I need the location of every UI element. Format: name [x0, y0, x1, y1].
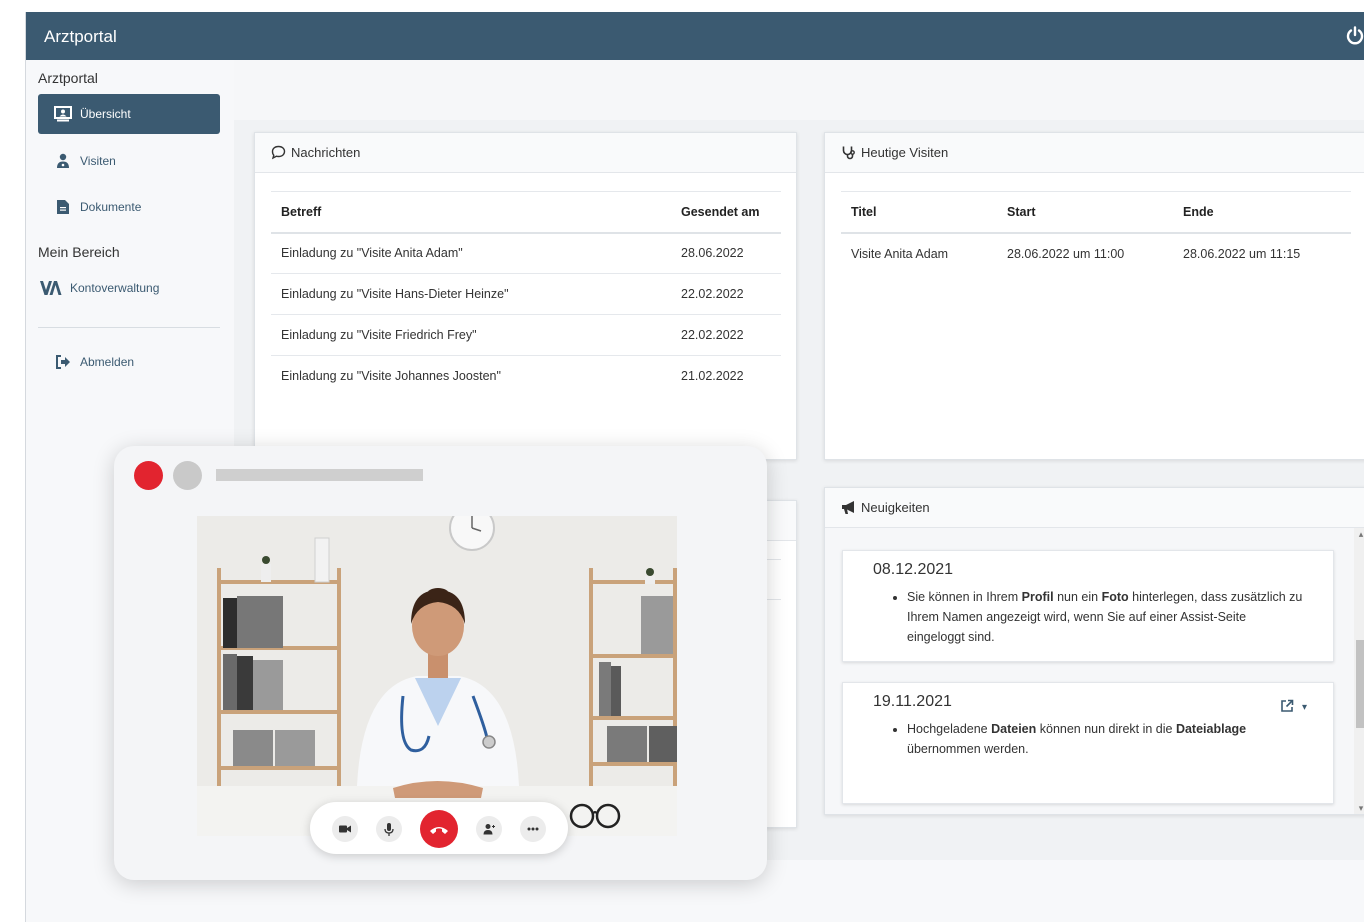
column-header-ende: Ende — [1173, 191, 1351, 234]
sidebar-item-label: Kontoverwaltung — [70, 281, 160, 295]
window-minimize-dot[interactable] — [173, 461, 202, 490]
news-item: 08.12.2021 Sie können in Ihrem Profil nu… — [842, 550, 1334, 662]
sidebar-section-mein-bereich: Mein Bereich — [38, 244, 120, 260]
sidebar-item-visiten[interactable]: Visiten — [38, 141, 220, 181]
hang-up-icon[interactable] — [420, 810, 458, 848]
scroll-up-icon[interactable]: ▴ — [1354, 528, 1364, 540]
sidebar-item-abmelden[interactable]: Abmelden — [38, 342, 220, 382]
news-text: Sie können in Ihrem Profil nun ein Foto … — [907, 587, 1303, 647]
sidebar-item-label: Übersicht — [80, 107, 131, 121]
news-card-header: Neuigkeiten — [825, 488, 1364, 528]
table-row[interactable]: Einladung zu "Visite Friedrich Frey" 22.… — [271, 314, 781, 356]
external-link-icon[interactable] — [1280, 699, 1294, 716]
table-header-row: Titel Start Ende — [841, 191, 1351, 234]
logout-icon — [52, 351, 74, 373]
visits-table: Titel Start Ende Visite Anita Adam 28.06… — [841, 191, 1351, 274]
power-icon[interactable] — [1344, 25, 1364, 47]
table-header-row: Betreff Gesendet am — [271, 191, 781, 234]
cell-subject: Einladung zu "Visite Friedrich Frey" — [271, 314, 671, 356]
video-stream — [197, 516, 677, 836]
news-list: Hochgeladene Dateien können nun direkt i… — [873, 719, 1303, 759]
news-text: Hochgeladene Dateien können nun direkt i… — [907, 719, 1303, 759]
cell-date: 21.02.2022 — [681, 369, 744, 384]
address-bar-placeholder — [216, 469, 423, 481]
news-list: Sie können in Ihrem Profil nun ein Foto … — [873, 587, 1303, 647]
va-logo-icon — [38, 277, 64, 299]
cell-date: 28.06.2022 — [671, 232, 781, 274]
table-row[interactable]: Einladung zu "Visite Johannes Joosten" 2… — [271, 356, 781, 397]
messages-card-header: Nachrichten — [255, 133, 796, 173]
top-bar: Arztportal — [26, 12, 1364, 60]
visits-card-header: Heutige Visiten — [825, 133, 1364, 173]
sidebar-divider — [38, 327, 220, 328]
doctor-video-image — [197, 516, 677, 836]
document-icon — [52, 196, 74, 218]
call-controls-bar — [310, 802, 568, 854]
news-item: 19.11.2021 ▾ Hochgeladene Dateien können… — [842, 682, 1334, 804]
cell-subject: Einladung zu "Visite Johannes Joosten" — [281, 369, 501, 384]
news-date: 08.12.2021 — [873, 561, 954, 578]
stethoscope-icon — [841, 145, 857, 161]
news-card-title: Neuigkeiten — [861, 500, 930, 515]
app-title: Arztportal — [44, 27, 117, 46]
cell-subject: Einladung zu "Visite Anita Adam" — [271, 232, 671, 274]
monitor-user-icon — [52, 103, 74, 125]
cell-end: 28.06.2022 um 11:15 — [1183, 246, 1301, 261]
news-scrollbar[interactable]: ▴ ▾ — [1354, 528, 1364, 814]
video-call-window — [114, 446, 767, 880]
cell-start: 28.06.2022 um 11:00 — [1007, 246, 1125, 261]
news-scroll-area[interactable]: 08.12.2021 Sie können in Ihrem Profil nu… — [825, 528, 1364, 814]
scrollbar-thumb[interactable] — [1356, 640, 1364, 728]
visits-card-title: Heutige Visiten — [861, 145, 949, 160]
news-date: 19.11.2021 — [873, 693, 952, 710]
more-options-icon[interactable] — [520, 816, 546, 842]
table-row[interactable]: Visite Anita Adam 28.06.2022 um 11:00 28… — [841, 233, 1351, 274]
sidebar-item-label: Visiten — [80, 154, 116, 168]
sidebar-item-kontoverwaltung[interactable]: Kontoverwaltung — [38, 268, 220, 308]
column-header-betreff: Betreff — [271, 191, 671, 234]
sidebar-section-arztportal: Arztportal — [38, 70, 98, 86]
sidebar-item-dokumente[interactable]: Dokumente — [38, 187, 220, 227]
chat-bubble-icon — [271, 145, 287, 161]
column-header-gesendet-am: Gesendet am — [671, 191, 781, 234]
cell-title: Visite Anita Adam — [851, 246, 949, 261]
microphone-icon[interactable] — [376, 816, 402, 842]
user-doctor-icon — [52, 150, 74, 172]
cell-subject: Einladung zu "Visite Hans-Dieter Heinze" — [271, 273, 671, 315]
cell-date: 22.02.2022 — [671, 273, 781, 315]
messages-card: Nachrichten Betreff Gesendet am Einladun… — [254, 132, 797, 460]
messages-card-title: Nachrichten — [291, 145, 361, 160]
news-item-tools: ▾ — [1280, 699, 1307, 716]
column-header-titel: Titel — [841, 191, 997, 234]
table-row[interactable]: Einladung zu "Visite Hans-Dieter Heinze"… — [271, 273, 781, 315]
messages-table: Betreff Gesendet am Einladung zu "Visite… — [271, 191, 781, 397]
column-header-start: Start — [997, 191, 1173, 234]
scroll-down-icon[interactable]: ▾ — [1354, 802, 1364, 814]
visits-card: Heutige Visiten Titel Start Ende Visite … — [824, 132, 1364, 460]
camera-icon[interactable] — [332, 816, 358, 842]
window-close-dot[interactable] — [134, 461, 163, 490]
sidebar-item-label: Dokumente — [80, 200, 142, 214]
sidebar-item-label: Abmelden — [80, 355, 135, 369]
table-row[interactable]: Einladung zu "Visite Anita Adam" 28.06.2… — [271, 232, 781, 274]
caret-down-icon[interactable]: ▾ — [1302, 702, 1307, 713]
cell-date: 22.02.2022 — [671, 314, 781, 356]
news-card: Neuigkeiten 08.12.2021 Sie können in Ihr… — [824, 487, 1364, 815]
sidebar-item-uebersicht[interactable]: Übersicht — [38, 94, 220, 134]
add-participant-icon[interactable] — [476, 816, 502, 842]
megaphone-icon — [841, 500, 857, 516]
